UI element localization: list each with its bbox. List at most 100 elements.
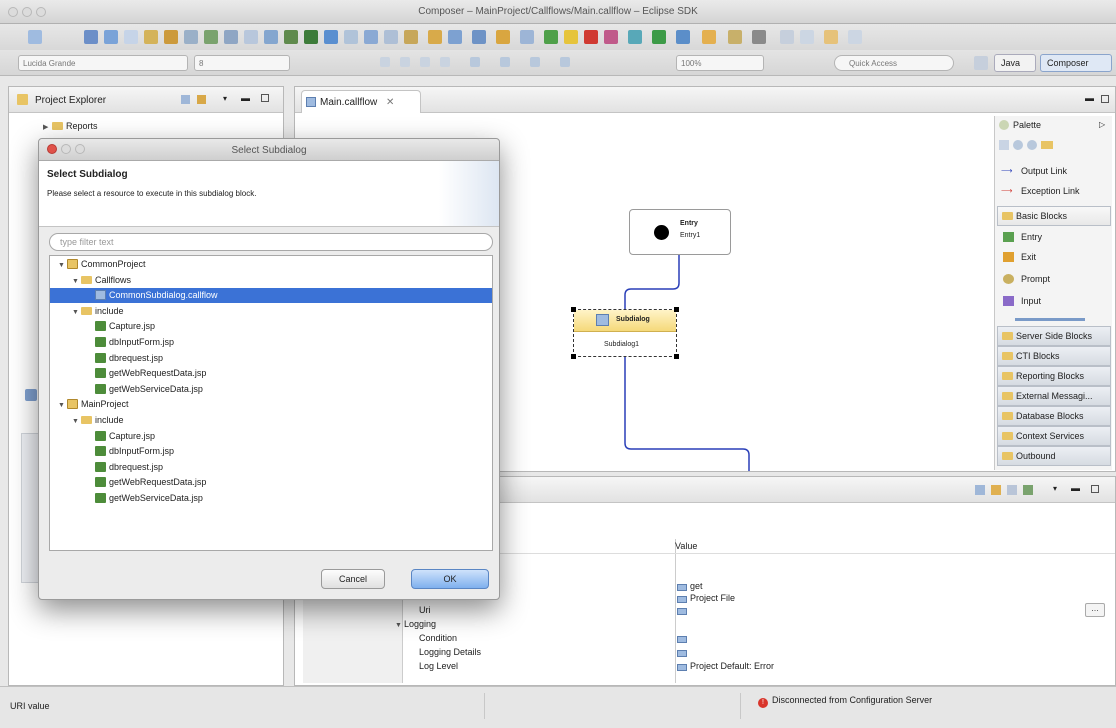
property-group-logging[interactable]: ▼ Logging [395,619,436,629]
tree-row[interactable]: getWebRequestData.jsp [50,366,492,381]
breakpoint-icon[interactable] [496,30,510,44]
restore-default-icon[interactable] [1023,485,1033,495]
deploy-icon[interactable] [184,30,198,44]
selection-handle[interactable] [674,354,679,359]
zoom-icon[interactable] [264,30,278,44]
nav-back-icon[interactable] [364,30,378,44]
drawer-reporting-blocks[interactable]: Reporting Blocks [997,366,1111,386]
quick-access-field[interactable]: Quick Access [834,55,954,71]
new-icon[interactable] [28,30,42,44]
drawer-external-messaging[interactable]: External Messagi... [997,386,1111,406]
watch-icon[interactable] [520,30,534,44]
step-icon[interactable] [472,30,486,44]
view-menu-icon[interactable]: ▾ [1053,484,1057,493]
drawer-server-side-blocks[interactable]: Server Side Blocks [997,326,1111,346]
drawer-context-services[interactable]: Context Services [997,426,1111,446]
show-advanced-icon[interactable] [1007,485,1017,495]
debug-menu-icon[interactable] [676,30,690,44]
tree-row[interactable]: Capture.jsp [50,429,492,444]
property-value-method[interactable]: get [677,581,703,591]
minimize-view-icon[interactable]: ▬ [1071,483,1080,493]
palette-item-entry[interactable]: Entry [999,228,1109,246]
entry-to-subdialog-link[interactable] [624,254,680,311]
show-categories-icon[interactable] [991,485,1001,495]
link-editor-icon[interactable] [197,95,206,104]
route-icon[interactable] [560,57,570,67]
drawer-outbound[interactable]: Outbound [997,446,1111,466]
tree-row[interactable]: dbInputForm.jsp [50,335,492,350]
tree-row[interactable]: CommonSubdialog.callflow [50,288,492,304]
forward-icon[interactable] [848,30,862,44]
expand-arrow-icon[interactable]: ▶ [43,123,52,131]
tree-row[interactable]: ▼ include [50,413,492,428]
selection-handle[interactable] [571,307,576,312]
composer-perspective-button[interactable]: Composer [1040,54,1112,72]
refactor-icon[interactable] [428,30,442,44]
external-tools-icon[interactable] [702,30,716,44]
palette-item-input[interactable]: Input [999,292,1109,310]
palette-item-exception-link[interactable]: ⟶ Exception Link [999,182,1109,200]
stop-icon[interactable] [584,30,598,44]
palette-hide-arrow-icon[interactable]: ▷ [1099,120,1105,129]
property-value-logging-details[interactable] [677,647,690,657]
zoom-out-tool-icon[interactable] [1027,140,1037,150]
collapse-arrow-icon[interactable]: ▼ [72,309,81,316]
tree-row[interactable]: ▼ CommonProject [50,257,492,272]
browse-uri-button[interactable]: … [1085,603,1105,617]
font-size-select[interactable]: 8 [194,55,290,71]
property-value-log-level[interactable]: Project Default: Error [677,661,774,671]
collapse-arrow-icon[interactable]: ▼ [58,262,67,269]
selection-handle[interactable] [571,354,576,359]
subdialog-output-link[interactable] [624,357,750,471]
run-menu-icon[interactable] [652,30,666,44]
zoom-select[interactable]: 100% [676,55,764,71]
tree-row[interactable]: ▼ include [50,304,492,319]
arrange-icon[interactable] [530,57,540,67]
package-icon[interactable] [144,30,158,44]
search-icon[interactable] [404,30,418,44]
wizard-icon[interactable] [284,30,298,44]
palette-item-prompt[interactable]: Prompt [999,270,1109,288]
outline-icon[interactable] [25,389,37,401]
new-class-icon[interactable] [728,30,742,44]
zoom-in-tool-icon[interactable] [1013,140,1023,150]
generate-icon[interactable] [304,30,318,44]
print-icon[interactable] [124,30,138,44]
tree-row[interactable]: getWebServiceData.jsp [50,382,492,397]
pin-icon[interactable] [975,485,985,495]
debug-icon[interactable] [448,30,462,44]
property-value-uri[interactable] [677,605,690,615]
tree-row[interactable]: getWebRequestData.jsp [50,475,492,490]
drawer-basic-blocks[interactable]: Basic Blocks [997,206,1111,226]
import-icon[interactable] [344,30,358,44]
connection-status[interactable]: ! Disconnected from Configuration Server [758,695,932,708]
palette-scrollbar[interactable] [1015,318,1085,321]
next-annotation-icon[interactable] [800,30,814,44]
font-color-icon[interactable] [420,57,430,67]
tree-row[interactable]: ▼ MainProject [50,397,492,412]
cancel-button[interactable]: Cancel [321,569,385,589]
maximize-view-icon[interactable] [1091,485,1099,493]
open-type-icon[interactable] [752,30,766,44]
build-icon[interactable] [164,30,178,44]
tree-row[interactable]: getWebServiceData.jsp [50,491,492,506]
filter-input[interactable]: type filter text [49,233,493,251]
drawer-database-blocks[interactable]: Database Blocks [997,406,1111,426]
subdialog-block[interactable]: Subdialog Subdialog1 [571,307,679,359]
view-menu-icon[interactable]: ▾ [223,94,234,105]
java-perspective-button[interactable]: Java [994,54,1036,72]
disconnect-icon[interactable] [604,30,618,44]
entry-block[interactable]: Entry Entry1 [629,209,731,255]
tab-main-callflow[interactable]: Main.callflow ✕ [301,90,421,113]
property-value-condition[interactable] [677,633,690,643]
minimize-editor-icon[interactable]: ▬ [1085,93,1096,104]
collapse-all-icon[interactable] [181,95,190,104]
bold-icon[interactable] [380,57,390,67]
property-value-type[interactable]: Project File [677,593,735,603]
font-family-select[interactable]: Lucida Grande [18,55,188,71]
run-icon[interactable] [544,30,558,44]
palette-item-output-link[interactable]: ⟶ Output Link [999,162,1109,180]
italic-icon[interactable] [400,57,410,67]
open-perspective-icon[interactable] [974,56,988,70]
maximize-editor-icon[interactable] [1101,95,1109,103]
